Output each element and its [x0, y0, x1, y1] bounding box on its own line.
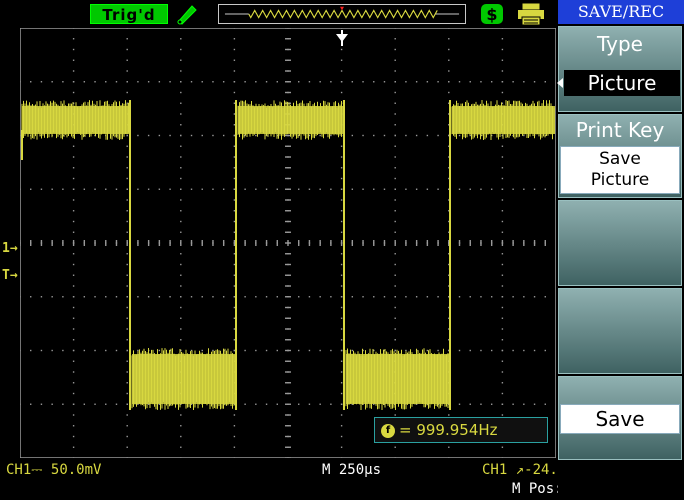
print-key-value-line2: Picture: [590, 170, 650, 190]
softkey-4[interactable]: [558, 288, 682, 374]
timebase-readout: M 250μs: [322, 462, 382, 478]
type-label: Type: [597, 32, 643, 56]
type-value: Picture: [564, 70, 680, 96]
usb-icon: $: [481, 4, 503, 24]
svg-text:$: $: [486, 5, 497, 24]
frequency-icon: f: [381, 423, 395, 438]
softkey-3[interactable]: [558, 200, 682, 286]
trigger-level-marker[interactable]: T→: [2, 269, 18, 283]
save-label: Save: [560, 404, 680, 434]
probe-icon: [177, 5, 197, 25]
frequency-value: = 999.954Hz: [399, 421, 498, 439]
print-key-value: Save Picture: [560, 146, 680, 194]
selector-arrow-icon: [557, 78, 563, 88]
trigger-status-badge: Trig'd: [90, 4, 168, 24]
type-button[interactable]: Type: [558, 26, 682, 112]
trigger-position-icon: [336, 30, 348, 46]
print-key-label: Print Key: [575, 118, 665, 142]
print-key-value-line1: Save: [599, 149, 641, 169]
memory-position-bar: [218, 4, 466, 24]
menu-title: SAVE/REC: [558, 0, 684, 24]
frequency-readout: f = 999.954Hz: [374, 417, 548, 443]
waveform-display: [20, 28, 556, 458]
ch1-scale-readout: CH1⎓ 50.0mV: [6, 462, 102, 478]
printer-icon: [518, 2, 544, 26]
ch1-ground-marker[interactable]: 1→: [2, 242, 18, 256]
ch1-marker-label: 1: [2, 241, 10, 256]
trigger-marker-label: T: [2, 268, 10, 283]
